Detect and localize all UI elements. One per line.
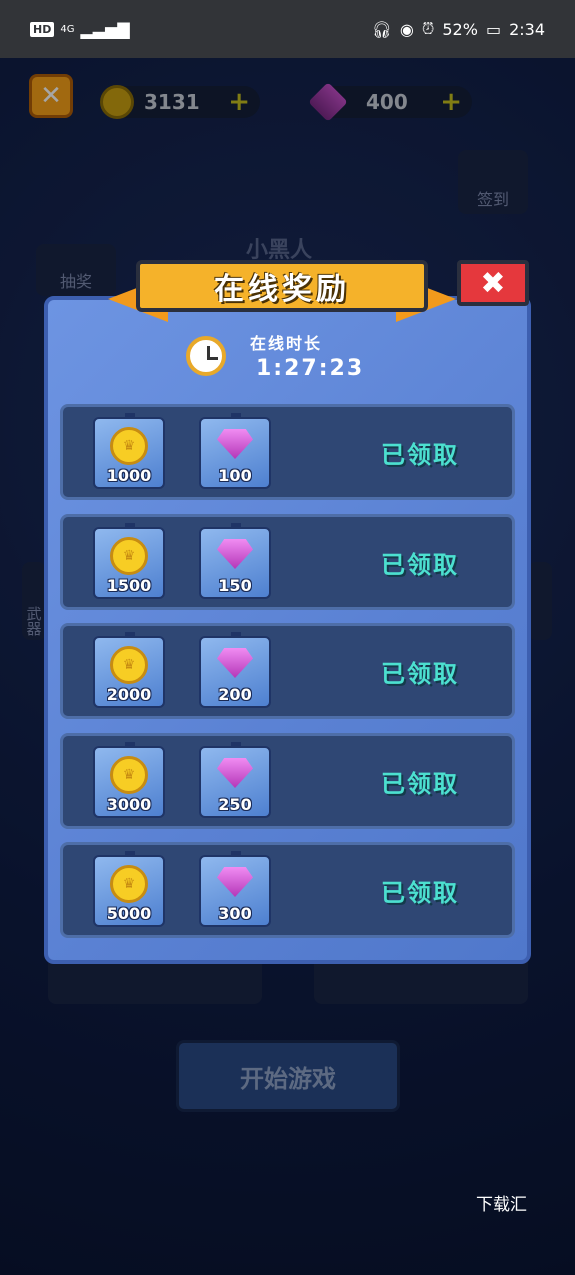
claimed-status: 已领取 <box>381 879 459 907</box>
clock-time: 2:34 <box>509 19 545 39</box>
dialog-close-button[interactable]: ✖ <box>457 260 529 306</box>
gem-reward: 200 <box>199 632 271 708</box>
gem-reward-amount: 250 <box>218 795 252 814</box>
coin-reward-amount: 5000 <box>106 904 152 923</box>
reward-row: ♛ 1500 150 已领取 <box>60 514 515 610</box>
coin-reward: ♛ 1500 <box>93 523 165 599</box>
alarm-icon: ⏰︎ <box>421 19 435 38</box>
clock-icon <box>186 335 226 376</box>
coin-reward-amount: 1500 <box>106 576 152 595</box>
gem-icon <box>217 758 253 788</box>
coin-reward: ♛ 5000 <box>93 851 165 927</box>
dialog-title: 在线奖励 <box>136 260 428 312</box>
gem-reward: 100 <box>199 413 271 489</box>
reward-row: ♛ 1000 100 已领取 <box>60 404 515 500</box>
coin-icon: ♛ <box>110 646 148 684</box>
signal-icon: ▂▃▅▇ <box>80 19 130 39</box>
coin-reward-amount: 2000 <box>106 685 152 704</box>
gem-reward: 250 <box>199 742 271 818</box>
online-time-label: 在线时长 <box>250 334 323 353</box>
coin-reward-amount: 1000 <box>106 466 152 485</box>
reward-row: ♛ 5000 300 已领取 <box>60 842 515 938</box>
gem-icon <box>217 539 253 569</box>
online-time-value: 1:27:23 <box>256 356 365 381</box>
reward-row: ♛ 2000 200 已领取 <box>60 623 515 719</box>
gem-reward-amount: 200 <box>218 685 252 704</box>
gem-reward: 300 <box>199 851 271 927</box>
battery-percent: 52% <box>442 19 478 39</box>
claimed-status: 已领取 <box>381 441 459 469</box>
coin-reward: ♛ 2000 <box>93 632 165 708</box>
gem-icon <box>217 648 253 678</box>
headphone-icon: 🎧︎ <box>371 19 392 39</box>
claimed-status: 已领取 <box>381 770 459 798</box>
gem-icon <box>217 867 253 897</box>
coin-icon: ♛ <box>110 427 148 465</box>
gem-icon <box>217 429 253 459</box>
watermark: 下载汇 <box>476 1195 527 1215</box>
gem-reward-amount: 300 <box>218 904 252 923</box>
claimed-status: 已领取 <box>381 551 459 579</box>
online-timer: 在线时长 1:27:23 <box>186 330 364 381</box>
coin-reward: ♛ 1000 <box>93 413 165 489</box>
coin-icon: ♛ <box>110 537 148 575</box>
gem-reward: 150 <box>199 523 271 599</box>
hd-badge: HD <box>30 21 55 37</box>
claimed-status: 已领取 <box>381 660 459 688</box>
coin-icon: ♛ <box>110 865 148 903</box>
coin-reward: ♛ 3000 <box>93 742 165 818</box>
coin-reward-amount: 3000 <box>106 795 152 814</box>
reward-row: ♛ 3000 250 已领取 <box>60 733 515 829</box>
coin-icon: ♛ <box>110 756 148 794</box>
gem-reward-amount: 150 <box>218 576 252 595</box>
battery-icon: ▭ <box>485 19 502 39</box>
network-label: 4G <box>60 23 75 35</box>
status-bar: HD 4G ▂▃▅▇ 🎧︎ ◉ ⏰︎ 52% ▭ 2:34 <box>0 0 575 58</box>
gem-reward-amount: 100 <box>218 466 252 485</box>
eye-icon: ◉ <box>399 19 414 39</box>
